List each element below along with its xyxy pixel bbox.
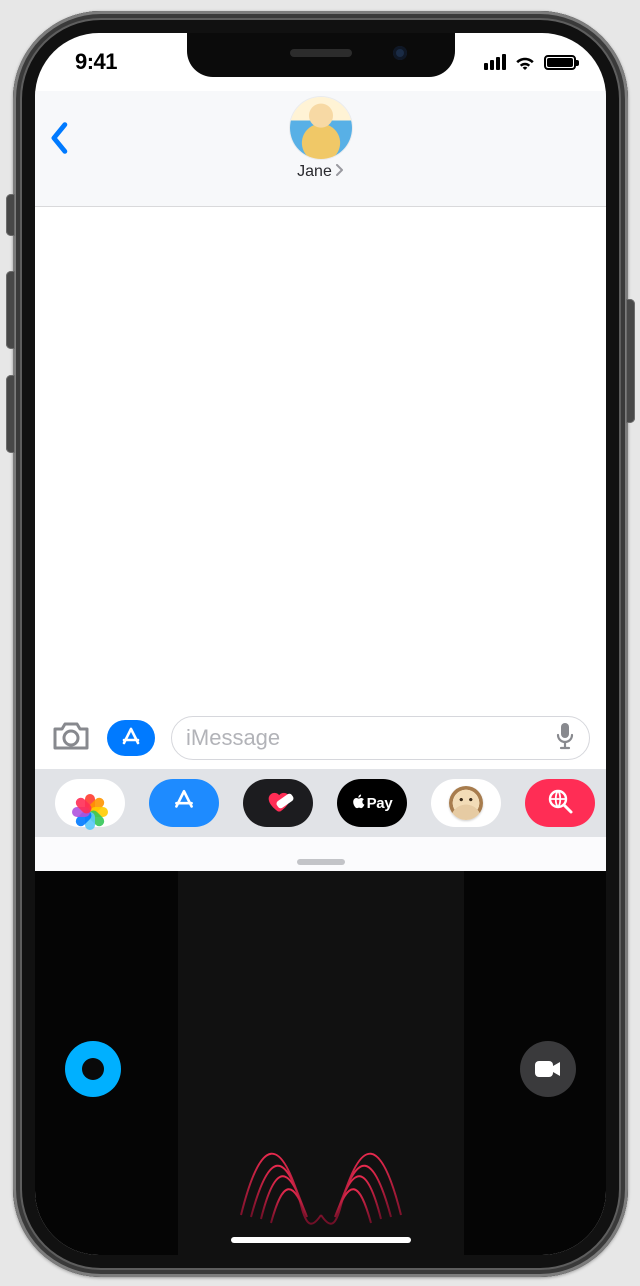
color-picker-button[interactable] (65, 1041, 121, 1097)
volume-up-button (6, 271, 15, 349)
heart-icon (264, 787, 292, 820)
app-apple-pay[interactable]: Pay (337, 779, 407, 827)
screen: 9:41 Jane (35, 33, 606, 1255)
memoji-icon (449, 786, 483, 820)
side-button (626, 299, 635, 423)
contact-name-button[interactable]: Jane (35, 163, 606, 181)
ringer-switch (6, 194, 15, 236)
globe-search-icon (546, 787, 574, 820)
photos-icon (76, 789, 104, 817)
video-record-button[interactable] (520, 1041, 576, 1097)
drawer-gap (35, 837, 606, 871)
notch (187, 33, 455, 77)
app-images-search[interactable] (525, 779, 595, 827)
status-right (484, 54, 576, 70)
volume-down-button (6, 375, 15, 453)
digital-touch-panel (35, 871, 606, 1255)
message-input[interactable] (186, 725, 555, 751)
battery-icon (544, 55, 576, 70)
home-indicator[interactable] (231, 1237, 411, 1243)
message-field[interactable] (171, 716, 590, 760)
app-photos[interactable] (55, 779, 125, 827)
earpiece (290, 49, 352, 57)
contact-name-label: Jane (297, 163, 332, 181)
heartbeat-wave-graphic (211, 1095, 431, 1235)
dictation-button[interactable] (555, 722, 575, 755)
drawer-handle[interactable] (297, 859, 345, 865)
cellular-signal-icon (484, 54, 506, 70)
apple-logo-icon (352, 794, 365, 813)
app-drawer-button[interactable] (107, 720, 155, 756)
apple-pay-label: Pay (367, 795, 393, 812)
front-camera (393, 46, 407, 60)
chevron-right-icon (334, 163, 344, 181)
appstore-icon (171, 788, 197, 819)
app-digital-touch[interactable] (243, 779, 313, 827)
conversation-header: Jane (35, 91, 606, 207)
app-strip[interactable]: Pay (35, 769, 606, 837)
camera-button[interactable] (51, 720, 91, 757)
app-memoji[interactable] (431, 779, 501, 827)
app-store[interactable] (149, 779, 219, 827)
compose-bar (35, 707, 606, 769)
conversation-thread[interactable] (35, 207, 606, 707)
contact-avatar[interactable] (290, 97, 352, 159)
status-time: 9:41 (75, 49, 117, 75)
digital-touch-canvas[interactable] (178, 871, 464, 1255)
back-button[interactable] (49, 121, 79, 157)
phone-frame: 9:41 Jane (13, 11, 628, 1277)
wifi-icon (514, 54, 536, 70)
